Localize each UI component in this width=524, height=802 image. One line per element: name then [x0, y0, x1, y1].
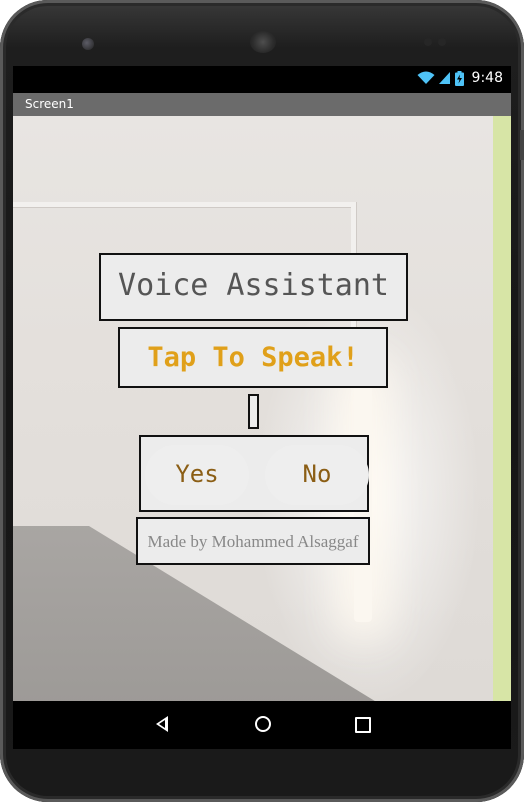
status-time: 9:48: [471, 70, 503, 86]
screen-title: Screen1: [25, 97, 74, 111]
yes-no-arrangement: Yes No: [139, 435, 369, 512]
status-bar: 9:48: [13, 66, 511, 92]
side-accent-bar: [493, 116, 511, 701]
yes-button[interactable]: Yes: [145, 445, 249, 505]
proximity-sensor: [424, 38, 432, 46]
home-icon[interactable]: [255, 716, 271, 732]
tap-to-speak-button[interactable]: Tap To Speak!: [118, 327, 388, 388]
no-button[interactable]: No: [265, 445, 369, 505]
earpiece-speaker: [250, 31, 276, 53]
front-camera: [82, 38, 94, 50]
battery-charging-icon: [454, 70, 464, 86]
result-label: [248, 394, 259, 429]
app-content: Voice Assistant Tap To Speak! Yes No Mad…: [13, 116, 511, 701]
light-sensor: [438, 38, 446, 46]
signal-icon: [438, 72, 450, 84]
app-title-label: Voice Assistant: [99, 253, 408, 321]
device-screen: 9:48 Screen1 Voice Assistant Tap To Spea…: [13, 66, 511, 701]
screen-title-bar: Screen1: [13, 93, 511, 116]
recents-icon[interactable]: [355, 717, 371, 733]
navigation-bar: [13, 701, 511, 749]
credit-label: Made by Mohammed Alsaggaf: [136, 517, 370, 565]
background-pipe-horizontal: [13, 202, 355, 207]
wifi-icon: [417, 71, 435, 84]
side-button[interactable]: [520, 130, 524, 160]
